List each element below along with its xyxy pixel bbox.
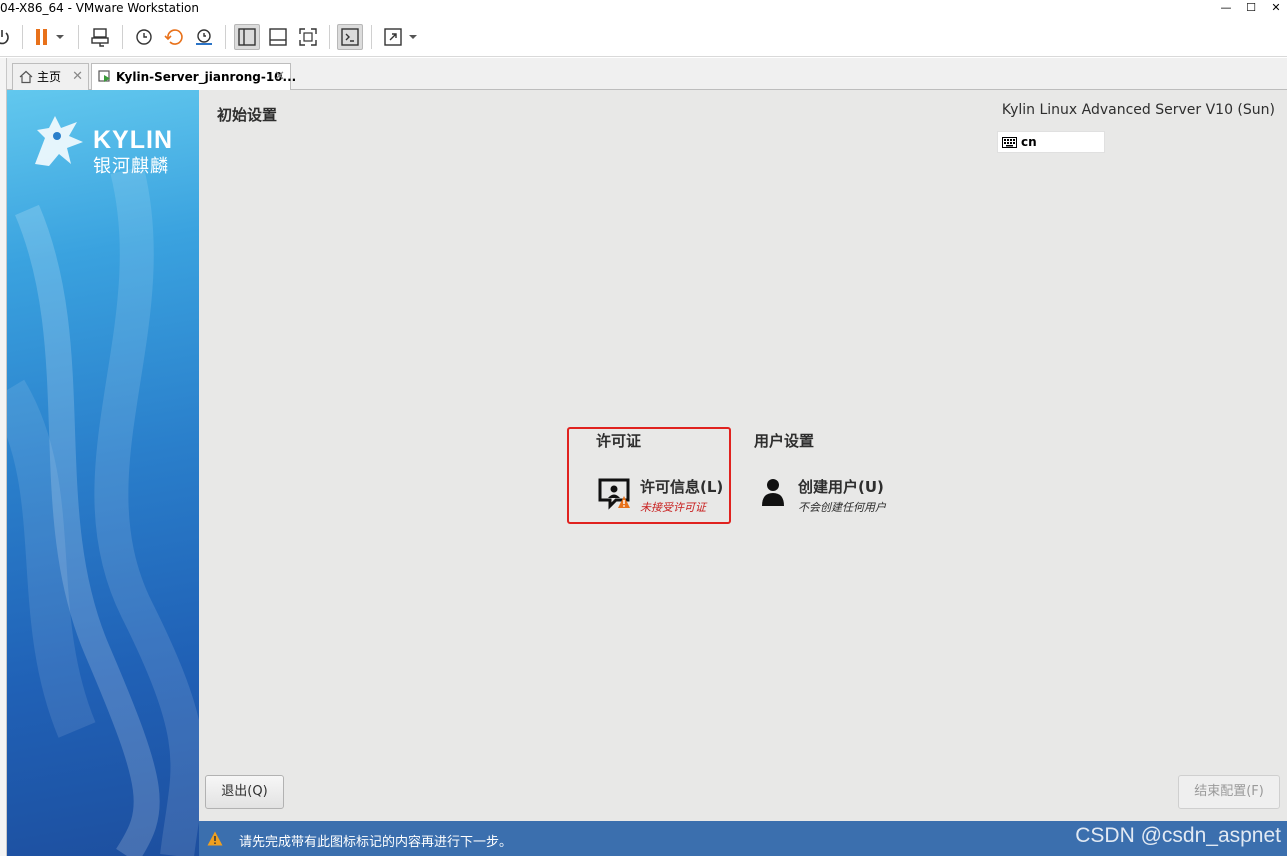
tab-home-label: 主页 bbox=[37, 70, 62, 84]
vm-display[interactable]: KYLIN 银河麒麟 初始设置 Kylin Linux Advanced Ser… bbox=[7, 90, 1287, 856]
create-user-status: 不会创建任何用户 bbox=[798, 501, 886, 514]
toolbar bbox=[0, 17, 1287, 57]
power-icon[interactable] bbox=[0, 25, 14, 49]
pause-icon[interactable] bbox=[30, 25, 54, 49]
tab-vm[interactable]: Kylin-Server_jianrong-10... ✕ bbox=[91, 63, 296, 91]
toolbar-separator bbox=[78, 25, 79, 49]
kylin-logo-icon bbox=[35, 116, 83, 166]
anaconda-sidebar: KYLIN 银河麒麟 bbox=[7, 90, 199, 856]
tab-home[interactable]: 主页 ✕ bbox=[12, 63, 89, 90]
dropdown-arrow-icon[interactable] bbox=[52, 25, 68, 49]
toolbar-separator bbox=[225, 25, 226, 49]
send-ctrl-alt-del-icon[interactable] bbox=[89, 25, 113, 49]
create-user-spoke[interactable]: 创建用户(U) 不会创建任何用户 bbox=[761, 476, 911, 524]
warning-info-bar: 请先完成带有此图标标记的内容再进行下一步。 CSDN @csdn_aspnet bbox=[199, 821, 1287, 856]
warning-icon bbox=[207, 831, 223, 846]
console-view-icon[interactable] bbox=[337, 24, 363, 50]
snapshot-manager-icon[interactable] bbox=[192, 25, 216, 49]
vmware-window: 04-X86_64 - VMware Workstation — ☐ ✕ 主页 … bbox=[0, 0, 1287, 856]
page-title: 初始设置 bbox=[217, 106, 278, 124]
fullscreen-icon[interactable] bbox=[296, 25, 320, 49]
revert-snapshot-icon[interactable] bbox=[162, 25, 186, 49]
keyboard-layout-indicator[interactable]: cn bbox=[997, 131, 1105, 153]
toolbar-separator bbox=[329, 25, 330, 49]
create-user-name: 创建用户(U) bbox=[798, 478, 884, 496]
logo-text: KYLIN bbox=[93, 126, 173, 154]
tab-strip: 主页 ✕ Kylin-Server_jianrong-10... ✕ bbox=[0, 58, 1287, 91]
user-icon bbox=[762, 479, 784, 506]
thumbnail-view-icon[interactable] bbox=[266, 25, 290, 49]
warning-message: 请先完成带有此图标标记的内容再进行下一步。 bbox=[239, 835, 513, 850]
close-window-button[interactable]: ✕ bbox=[1266, 0, 1286, 16]
window-title: 04-X86_64 - VMware Workstation bbox=[0, 1, 200, 15]
snapshot-icon[interactable] bbox=[132, 25, 156, 49]
minimize-button[interactable]: — bbox=[1216, 0, 1236, 16]
close-icon[interactable]: ✕ bbox=[274, 64, 285, 90]
maximize-button[interactable]: ☐ bbox=[1241, 0, 1261, 16]
stretch-icon[interactable] bbox=[381, 25, 405, 49]
toolbar-separator bbox=[22, 25, 23, 49]
left-gutter bbox=[0, 58, 7, 856]
home-icon bbox=[19, 70, 33, 84]
section-user-title: 用户设置 bbox=[754, 432, 815, 450]
tab-vm-label: Kylin-Server_jianrong-10... bbox=[116, 70, 297, 84]
logo-subtitle: 银河麒麟 bbox=[93, 156, 169, 177]
dropdown-arrow-icon[interactable] bbox=[405, 25, 421, 49]
toolbar-separator bbox=[122, 25, 123, 49]
keyboard-layout-label: cn bbox=[1021, 135, 1037, 149]
quit-button[interactable]: 退出(Q) bbox=[205, 775, 284, 809]
keyboard-icon bbox=[1002, 137, 1017, 148]
close-icon[interactable]: ✕ bbox=[72, 64, 83, 90]
title-bar: 04-X86_64 - VMware Workstation — ☐ ✕ bbox=[0, 0, 1287, 17]
sidebar-wave-decoration bbox=[7, 165, 199, 856]
hub-content: 初始设置 Kylin Linux Advanced Server V10 (Su… bbox=[199, 90, 1287, 821]
watermark: CSDN @csdn_aspnet bbox=[1075, 824, 1281, 847]
highlight-box bbox=[567, 427, 731, 524]
library-view-icon[interactable] bbox=[234, 24, 260, 50]
toolbar-separator bbox=[371, 25, 372, 49]
finish-configuration-button[interactable]: 结束配置(F) bbox=[1178, 775, 1280, 809]
vm-running-icon bbox=[98, 70, 110, 82]
product-name: Kylin Linux Advanced Server V10 (Sun) bbox=[1001, 102, 1275, 118]
